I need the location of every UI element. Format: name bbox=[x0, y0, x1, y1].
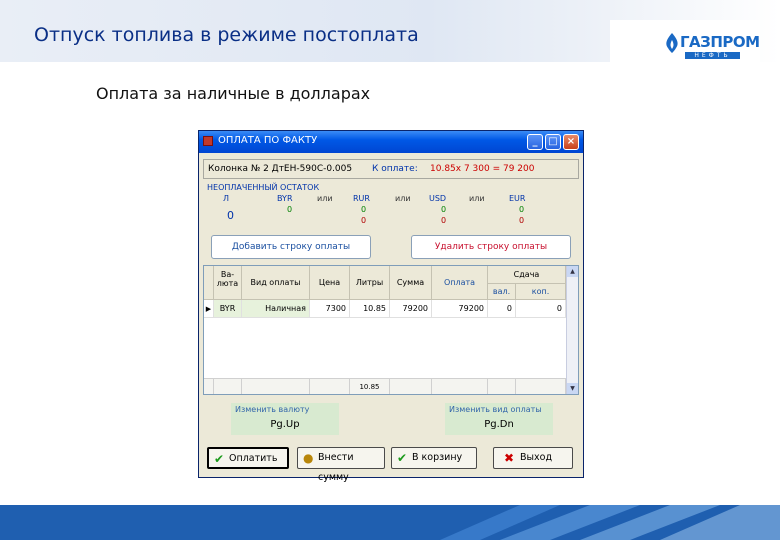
payment-grid[interactable]: Ва- люта Вид оплаты Цена Литры Сумма Опл… bbox=[203, 265, 579, 395]
checkmark-icon: ✔ bbox=[397, 451, 408, 465]
scroll-up-icon[interactable]: ▲ bbox=[567, 266, 578, 277]
footer-cell bbox=[516, 378, 566, 394]
cell-change-coins[interactable]: 0 bbox=[516, 300, 566, 318]
column-header-liters[interactable]: Литры bbox=[350, 266, 390, 300]
enter-sum-button-label: Внести сумму bbox=[318, 452, 354, 483]
eur-header: EUR bbox=[509, 194, 526, 203]
column-header-currency-line1: Ва- bbox=[220, 270, 235, 279]
cell-payment[interactable]: 79200 bbox=[432, 300, 488, 318]
or-label: или bbox=[317, 194, 333, 203]
usd-value-change: 0 bbox=[441, 216, 447, 225]
column-info: Колонка № 2 ДтЕН-590С-0.005 bbox=[208, 164, 353, 174]
column-header-change[interactable]: Сдача bbox=[488, 266, 566, 284]
cell-change-currency[interactable]: 0 bbox=[488, 300, 516, 318]
change-pay-type-label: Изменить вид оплаты bbox=[449, 405, 542, 414]
to-basket-button-label: В корзину bbox=[412, 452, 463, 463]
unpaid-remainder-title: НЕОПЛАЧЕННЫЙ ОСТАТОК bbox=[207, 183, 320, 192]
exit-button-label: Выход bbox=[520, 452, 553, 463]
logo-subtext: НЕФТЬ bbox=[685, 52, 740, 59]
usd-value: 0 bbox=[441, 205, 447, 214]
rur-header: RUR bbox=[353, 194, 370, 203]
or-label: или bbox=[469, 194, 485, 203]
checkmark-icon: ✔ bbox=[214, 452, 225, 466]
logo-wordmark: ГАЗПРОМ bbox=[680, 33, 760, 51]
column-header-pay-type[interactable]: Вид оплаты bbox=[242, 266, 310, 300]
row-indicator-header bbox=[204, 266, 214, 300]
minimize-button[interactable]: _ bbox=[527, 134, 543, 150]
flame-icon bbox=[666, 33, 678, 53]
byr-value: 0 bbox=[287, 205, 293, 214]
slide-subtitle: Оплата за наличные в долларах bbox=[96, 84, 371, 103]
footer-cell bbox=[204, 378, 214, 394]
footer-cell bbox=[214, 378, 242, 394]
pay-button[interactable]: ✔ Оплатить bbox=[207, 447, 289, 469]
current-row-indicator: ▶ bbox=[204, 300, 214, 318]
cell-liters[interactable]: 10.85 bbox=[350, 300, 390, 318]
enter-sum-button[interactable]: ● Внести сумму bbox=[297, 447, 385, 483]
amount-due-label: К оплате: bbox=[372, 164, 418, 174]
cell-pay-type[interactable]: Наличная bbox=[242, 300, 310, 318]
coins-icon: ● bbox=[303, 451, 314, 465]
delete-payment-row-button[interactable]: Удалить строку оплаты bbox=[411, 235, 571, 259]
change-currency-label: Изменить валюту bbox=[235, 405, 310, 414]
footer-cell bbox=[432, 378, 488, 394]
or-label: или bbox=[395, 194, 411, 203]
cell-price[interactable]: 7300 bbox=[310, 300, 350, 318]
to-basket-button[interactable]: ✔ В корзину bbox=[391, 447, 477, 469]
pay-button-label: Оплатить bbox=[229, 453, 278, 464]
cell-currency[interactable]: BYR bbox=[214, 300, 242, 318]
footer-cell bbox=[488, 378, 516, 394]
usd-header: USD bbox=[429, 194, 447, 203]
dialog-titlebar[interactable]: ОПЛАТА ПО ФАКТУ _ □ × bbox=[199, 131, 583, 153]
rur-value: 0 bbox=[361, 205, 367, 214]
cross-icon: ✖ bbox=[504, 451, 515, 465]
payment-dialog: ОПЛАТА ПО ФАКТУ _ □ × Колонка № 2 ДтЕН-5… bbox=[198, 130, 584, 483]
column-header-currency[interactable]: Ва- люта bbox=[214, 266, 242, 300]
change-pay-type-hint[interactable]: Изменить вид оплаты Pg.Dn bbox=[445, 403, 553, 435]
column-header-sum[interactable]: Сумма bbox=[390, 266, 432, 300]
app-icon bbox=[203, 136, 213, 146]
eur-value-change: 0 bbox=[519, 216, 525, 225]
change-currency-hint[interactable]: Изменить валюту Pg.Up bbox=[231, 403, 339, 435]
footer-cell bbox=[310, 378, 350, 394]
footer-cell bbox=[242, 378, 310, 394]
eur-value: 0 bbox=[519, 205, 525, 214]
scroll-down-icon[interactable]: ▼ bbox=[567, 383, 578, 394]
footer-total-liters: 10.85 bbox=[350, 378, 390, 394]
exit-button[interactable]: ✖ Выход bbox=[493, 447, 573, 469]
column-info-bar: Колонка № 2 ДтЕН-590С-0.005 К оплате: 10… bbox=[203, 159, 579, 179]
change-pay-type-key: Pg.Dn bbox=[484, 419, 514, 430]
column-header-change-coins[interactable]: коп. bbox=[516, 284, 566, 300]
change-currency-key: Pg.Up bbox=[270, 419, 300, 430]
slide-header: Отпуск топлива в режиме постоплата ГАЗПР… bbox=[0, 0, 780, 64]
liters-value: 0 bbox=[227, 209, 234, 222]
maximize-button[interactable]: □ bbox=[545, 134, 561, 150]
close-button[interactable]: × bbox=[563, 134, 579, 150]
column-header-payment[interactable]: Оплата bbox=[432, 266, 488, 300]
slide-title: Отпуск топлива в режиме постоплата bbox=[34, 24, 419, 46]
liters-header: Л bbox=[223, 194, 230, 203]
rur-value-change: 0 bbox=[361, 216, 367, 225]
amount-due-value: 10.85x 7 300 = 79 200 bbox=[430, 164, 535, 174]
footer-wave-band bbox=[0, 505, 780, 540]
company-logo: ГАЗПРОМ НЕФТЬ bbox=[610, 20, 760, 64]
unpaid-remainder-panel: НЕОПЛАЧЕННЫЙ ОСТАТОК Л 0 BYR 0 или RUR 0… bbox=[203, 181, 579, 231]
byr-header: BYR bbox=[277, 194, 293, 203]
footer-cell bbox=[390, 378, 432, 394]
add-payment-row-button[interactable]: Добавить строку оплаты bbox=[211, 235, 371, 259]
dialog-title: ОПЛАТА ПО ФАКТУ bbox=[218, 135, 318, 146]
cell-sum[interactable]: 79200 bbox=[390, 300, 432, 318]
column-header-price[interactable]: Цена bbox=[310, 266, 350, 300]
column-header-currency-line2: люта bbox=[216, 279, 239, 288]
column-header-change-currency[interactable]: вал. bbox=[488, 284, 516, 300]
grid-vertical-scrollbar[interactable]: ▲ ▼ bbox=[566, 266, 578, 394]
